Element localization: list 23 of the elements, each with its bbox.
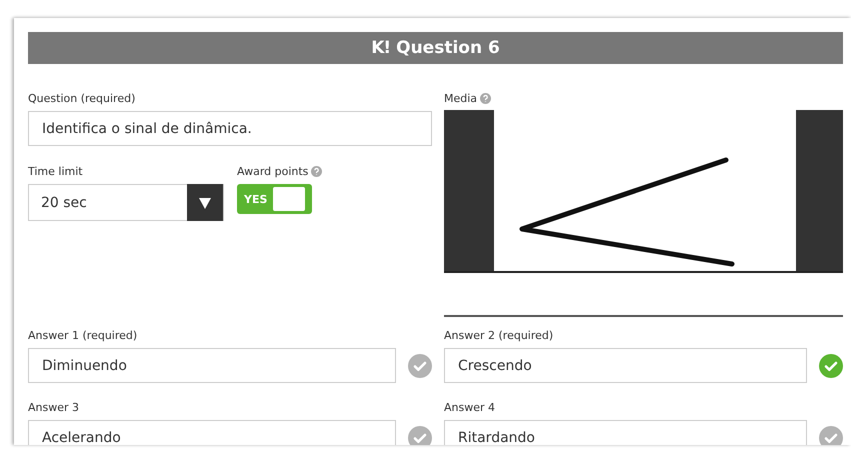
media-label: Media: [444, 92, 478, 105]
page-title: Question 6: [396, 38, 500, 58]
time-limit-dropdown[interactable]: 20 sec: [28, 184, 224, 221]
check-icon[interactable]: [819, 426, 843, 445]
help-icon[interactable]: [311, 166, 322, 177]
question-field[interactable]: Identifica o sinal de dinâmica.: [28, 111, 432, 146]
answer-label: Answer 4: [444, 401, 496, 414]
answer-field[interactable]: Acelerando: [28, 420, 396, 445]
help-icon[interactable]: [480, 93, 492, 104]
check-icon[interactable]: [408, 426, 432, 445]
answer-field[interactable]: Crescendo: [444, 348, 807, 383]
question-label: Question (required): [28, 92, 136, 105]
award-points-label: Award points: [237, 165, 308, 178]
answer-field[interactable]: Diminuendo: [28, 348, 396, 383]
answer-label: Answer 2 (required): [444, 329, 554, 342]
answer-label: Answer 1 (required): [28, 329, 138, 342]
time-limit-label: Time limit: [28, 165, 83, 178]
answer-label: Answer 3: [28, 401, 80, 414]
check-icon[interactable]: [819, 354, 843, 378]
caret-icon: [187, 184, 223, 221]
check-icon[interactable]: [408, 354, 432, 378]
logo: K!: [371, 38, 390, 58]
answer-field[interactable]: Ritardando: [444, 420, 807, 445]
